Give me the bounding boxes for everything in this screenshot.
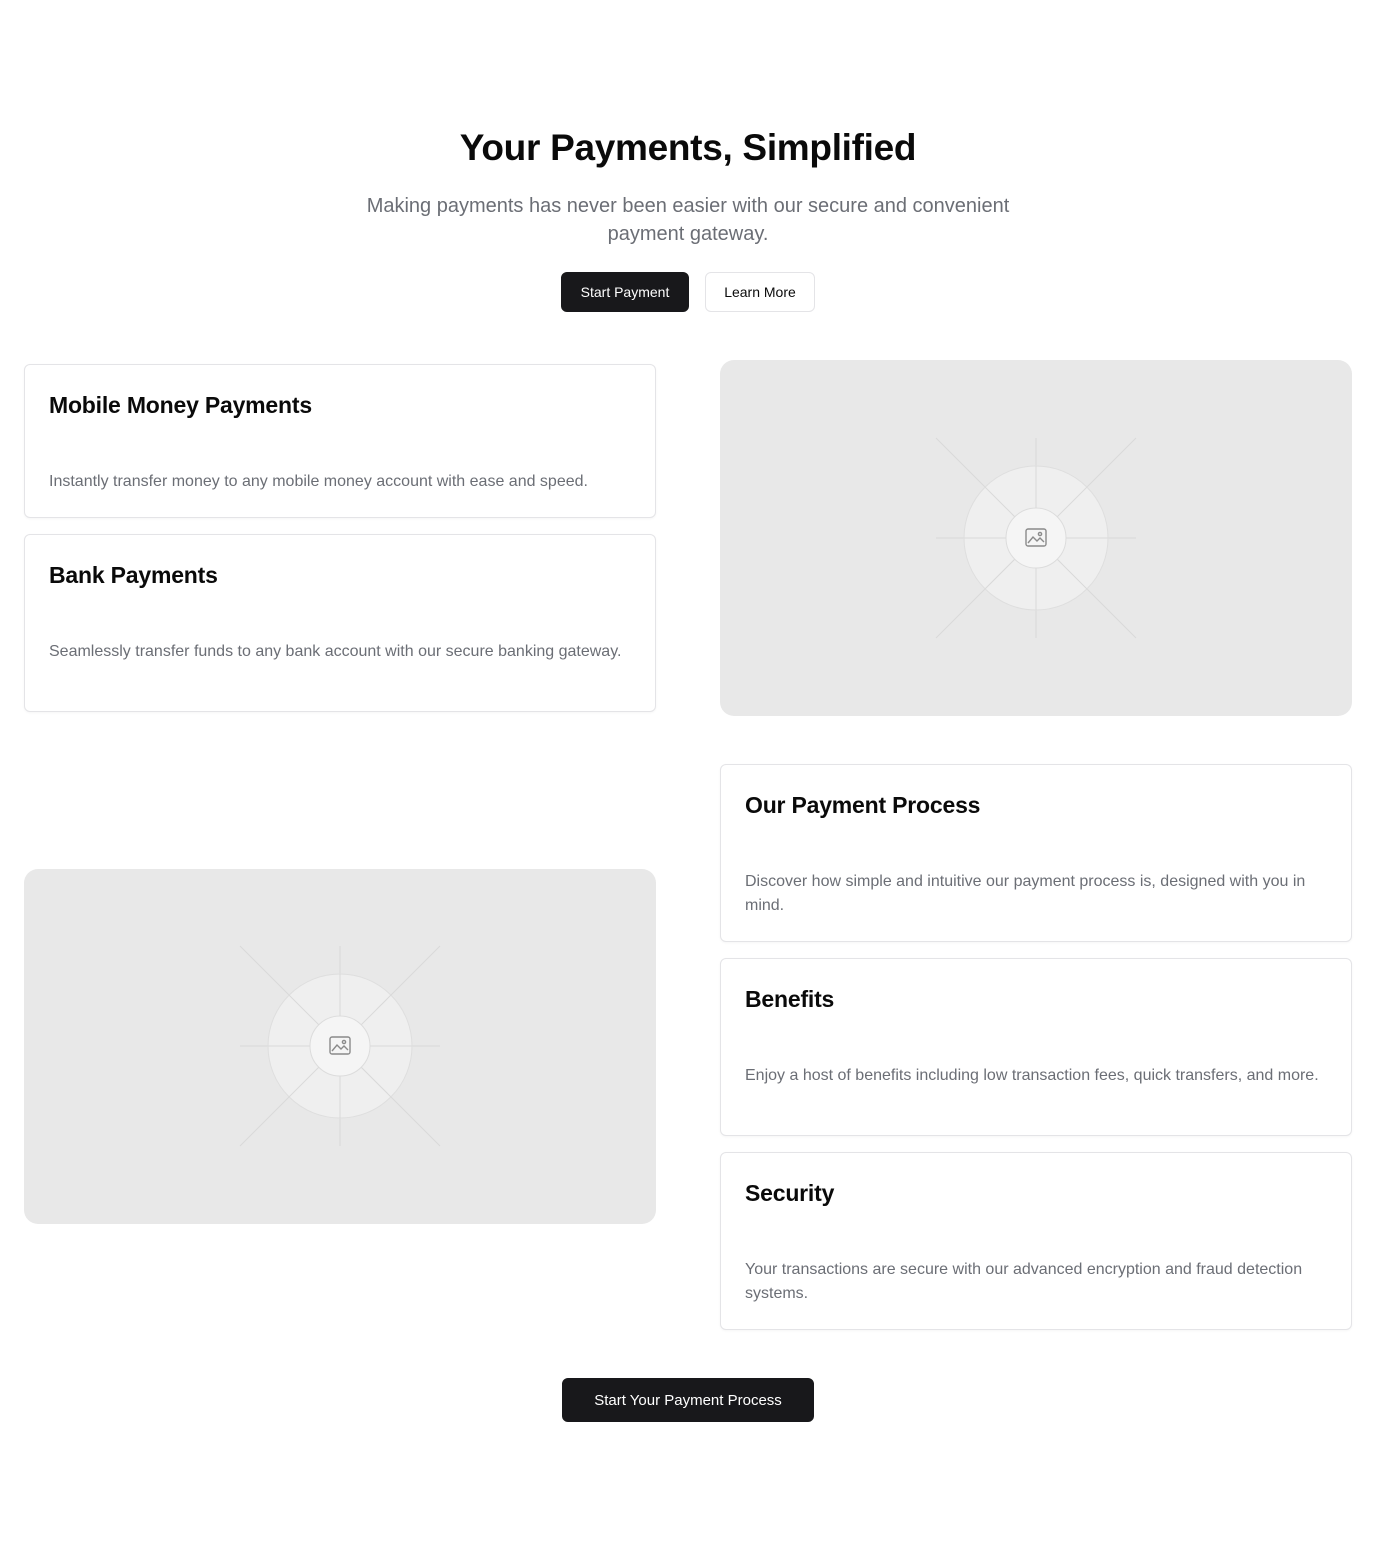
benefits-card: Benefits Enjoy a host of benefits includ… bbox=[720, 958, 1352, 1136]
card-description: Your transactions are secure with our ad… bbox=[745, 1261, 1303, 1302]
learn-more-button[interactable]: Learn More bbox=[705, 272, 815, 312]
card-title: Security bbox=[745, 1180, 835, 1206]
card-title: Our Payment Process bbox=[745, 792, 981, 818]
bank-payments-card: Bank Payments Seamlessly transfer funds … bbox=[24, 534, 656, 712]
image-placeholder-graphic bbox=[935, 437, 1137, 639]
card-description: Discover how simple and intuitive our pa… bbox=[745, 873, 1306, 914]
card-title: Benefits bbox=[745, 986, 835, 1012]
hero-subtitle: Making payments has never been easier wi… bbox=[366, 195, 1010, 245]
start-payment-process-button[interactable]: Start Your Payment Process bbox=[562, 1378, 814, 1422]
image-placeholder-graphic bbox=[239, 945, 441, 1147]
start-payment-button[interactable]: Start Payment bbox=[561, 272, 689, 312]
card-description: Enjoy a host of benefits including low t… bbox=[745, 1067, 1319, 1084]
image-placeholder bbox=[24, 869, 656, 1224]
card-description: Seamlessly transfer funds to any bank ac… bbox=[49, 643, 622, 660]
payments-landing-page: Your Payments, Simplified Making payment… bbox=[0, 0, 1376, 1550]
image-placeholder bbox=[720, 360, 1352, 716]
payment-process-card: Our Payment Process Discover how simple … bbox=[720, 764, 1352, 942]
card-description: Instantly transfer money to any mobile m… bbox=[49, 473, 588, 490]
mobile-money-card: Mobile Money Payments Instantly transfer… bbox=[24, 364, 656, 518]
card-title: Bank Payments bbox=[49, 562, 218, 588]
hero-title: Your Payments, Simplified bbox=[459, 127, 917, 168]
card-title: Mobile Money Payments bbox=[49, 392, 312, 418]
security-card: Security Your transactions are secure wi… bbox=[720, 1152, 1352, 1330]
hero-actions: Start Payment Learn More bbox=[0, 272, 1376, 312]
